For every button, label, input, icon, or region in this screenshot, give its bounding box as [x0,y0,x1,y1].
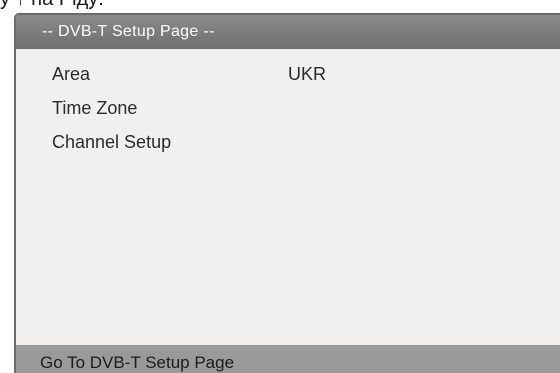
status-text: Go To DVB-T Setup Page [40,352,235,372]
menu-item-label: Time Zone [52,97,138,118]
status-bar: Go To DVB-T Setup Page [16,345,560,373]
menu-item-label: Area [52,63,91,84]
setup-menu: Area UKR Time Zone Channel Setup [52,57,326,159]
page-title: -- DVB-T Setup Page -- [42,23,215,40]
menu-item-time-zone[interactable]: Time Zone [52,91,326,125]
page: у ↑ на Ріду: -- DVB-T Setup Page -- Area… [0,0,560,373]
menu-item-area[interactable]: Area UKR [52,57,326,91]
header-bar: -- DVB-T Setup Page -- [16,15,560,49]
menu-item-channel-setup[interactable]: Channel Setup [52,125,326,159]
cropped-caption-text: у ↑ на Ріду: [0,0,104,10]
setup-screen: -- DVB-T Setup Page -- Area UKR Time Zon… [14,13,560,373]
menu-item-label: Channel Setup [52,131,172,152]
menu-item-value: UKR [288,63,327,84]
